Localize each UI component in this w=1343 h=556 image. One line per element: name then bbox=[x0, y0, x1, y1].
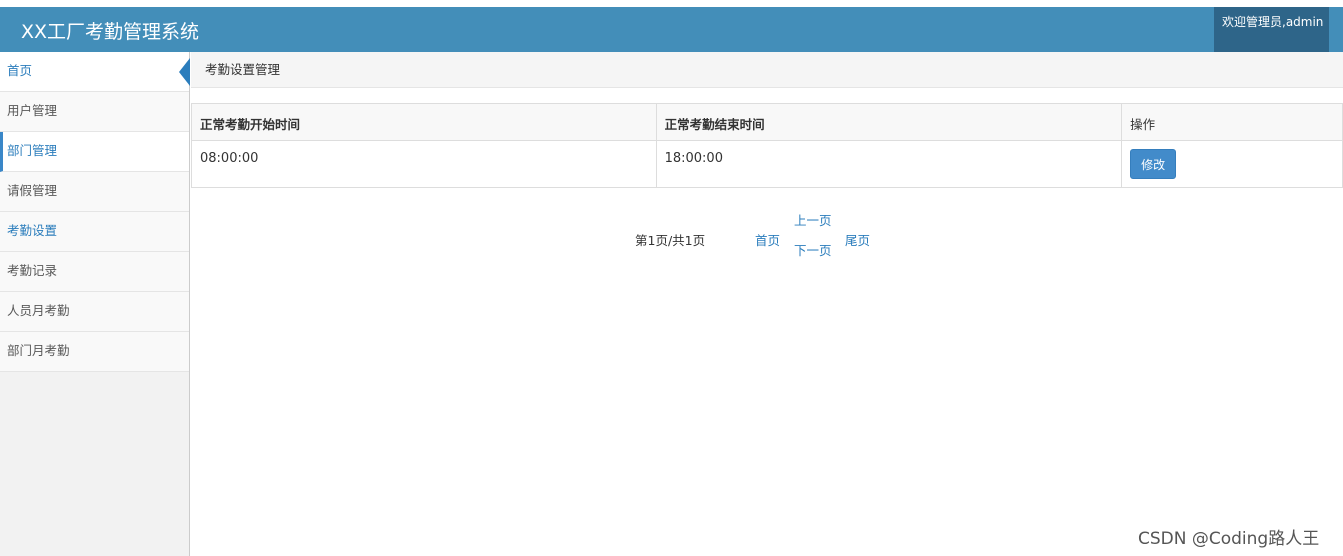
last-page-link[interactable]: 尾页 bbox=[845, 230, 870, 249]
sidebar-item-leave[interactable]: 请假管理 bbox=[0, 172, 189, 212]
first-page-link[interactable]: 首页 bbox=[755, 230, 780, 249]
sidebar-item-departments[interactable]: 部门管理 bbox=[0, 132, 189, 172]
page-info: 第1页/共1页 bbox=[635, 233, 706, 248]
column-header-end-time: 正常考勤结束时间 bbox=[655, 103, 1123, 141]
app-title: XX工厂考勤管理系统 bbox=[21, 21, 200, 43]
sidebar: 首页 用户管理 部门管理 请假管理 考勤设置 考勤记录 人员月考勤 部门月考勤 bbox=[0, 52, 190, 556]
page-title: 考勤设置管理 bbox=[205, 62, 281, 77]
edit-button[interactable]: 修改 bbox=[1130, 149, 1177, 179]
watermark: CSDN @Coding路人王 bbox=[1138, 529, 1320, 549]
column-header-actions: 操作 bbox=[1121, 103, 1343, 141]
prev-page-link[interactable]: 上一页 bbox=[794, 210, 832, 229]
table-header-row: 正常考勤开始时间 正常考勤结束时间 操作 bbox=[191, 103, 1343, 141]
attendance-settings-table: 正常考勤开始时间 正常考勤结束时间 操作 08:00:00 18:00:00 修… bbox=[191, 103, 1343, 188]
app-header: XX工厂考勤管理系统 欢迎管理员,admin bbox=[0, 7, 1343, 52]
sidebar-item-users[interactable]: 用户管理 bbox=[0, 92, 189, 132]
table-row: 08:00:00 18:00:00 修改 bbox=[191, 140, 1343, 188]
sidebar-item-attendance-settings[interactable]: 考勤设置 bbox=[0, 212, 189, 252]
user-welcome[interactable]: 欢迎管理员,admin bbox=[1214, 7, 1329, 52]
cell-end-time: 18:00:00 bbox=[655, 140, 1123, 188]
sidebar-item-dept-monthly[interactable]: 部门月考勤 bbox=[0, 332, 189, 372]
sidebar-item-staff-monthly[interactable]: 人员月考勤 bbox=[0, 292, 189, 332]
breadcrumb: 考勤设置管理 bbox=[191, 52, 1343, 88]
top-strip bbox=[0, 0, 1343, 7]
sidebar-item-home[interactable]: 首页 bbox=[0, 52, 190, 92]
sidebar-item-attendance-records[interactable]: 考勤记录 bbox=[0, 252, 189, 292]
cell-actions: 修改 bbox=[1121, 140, 1343, 188]
column-header-start-time: 正常考勤开始时间 bbox=[191, 103, 657, 141]
cell-start-time: 08:00:00 bbox=[191, 140, 657, 188]
next-page-link[interactable]: 下一页 bbox=[794, 240, 832, 259]
